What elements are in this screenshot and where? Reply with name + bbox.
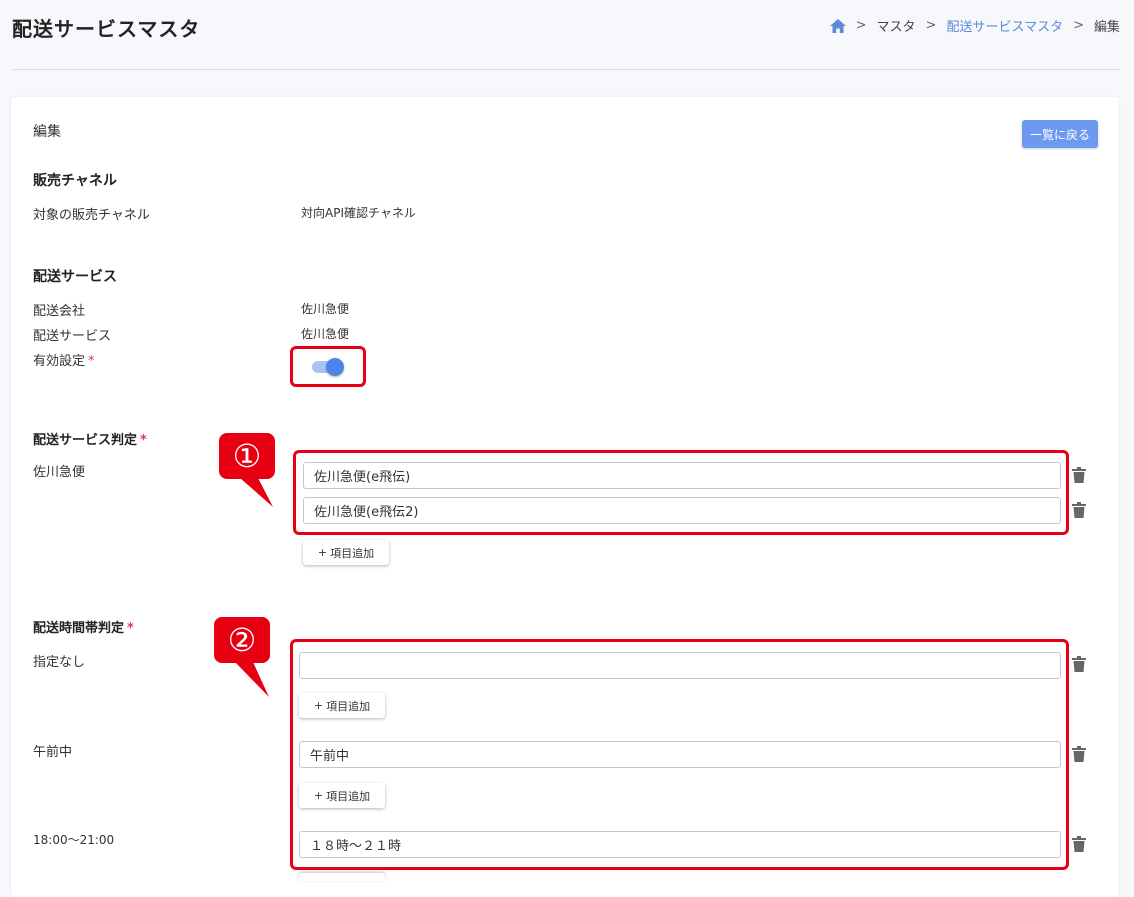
header-divider — [12, 69, 1120, 70]
breadcrumb-link-delivery-master[interactable]: 配送サービスマスタ — [946, 16, 1063, 35]
trash-icon[interactable] — [1072, 836, 1086, 852]
sales-channel-value: 対向API確認チャネル — [301, 206, 416, 220]
highlight-box-2 — [290, 639, 1069, 870]
breadcrumb: > マスタ > 配送サービスマスタ > 編集 — [829, 16, 1120, 35]
section-title-service-judgement: 配送サービス判定 * — [33, 433, 147, 448]
delivery-company-value: 佐川急便 — [301, 302, 350, 316]
highlight-box-toggle — [290, 346, 366, 387]
breadcrumb-current: 編集 — [1093, 20, 1120, 35]
trash-icon[interactable] — [1072, 502, 1086, 518]
breadcrumb-separator: > — [1073, 18, 1084, 33]
home-icon[interactable] — [829, 18, 846, 33]
time-group-label: 18:00～21:00 — [33, 833, 115, 847]
sales-channel-label: 対象の販売チャネル — [33, 208, 150, 223]
callout-1: ① — [218, 432, 278, 517]
callout-number: ① — [232, 437, 262, 475]
service-judgement-row-label: 佐川急便 — [33, 465, 86, 480]
trash-icon[interactable] — [1072, 656, 1086, 672]
required-mark: * — [140, 433, 147, 448]
breadcrumb-separator: > — [855, 18, 867, 33]
back-to-list-button[interactable]: 一覧に戻る — [1022, 120, 1098, 148]
delivery-service-label: 配送サービス — [33, 329, 112, 344]
callout-2: ② — [213, 616, 273, 701]
page-title: 配送サービスマスタ — [12, 17, 201, 41]
trash-icon[interactable] — [1072, 746, 1086, 762]
breadcrumb-item-master: マスタ — [876, 20, 916, 35]
delivery-company-label: 配送会社 — [33, 304, 86, 319]
time-group-label: 指定なし — [33, 655, 86, 670]
callout-number: ② — [227, 621, 257, 659]
highlight-box-1 — [293, 450, 1069, 535]
breadcrumb-separator: > — [925, 18, 937, 33]
time-group-label: 午前中 — [33, 745, 73, 760]
add-item-button[interactable]: + 項目追加 — [303, 540, 389, 565]
section-title-sales-channel: 販売チャネル — [33, 173, 117, 189]
plus-icon: + — [317, 546, 328, 559]
delivery-service-value: 佐川急便 — [301, 327, 350, 341]
section-title-time-judgement: 配送時間帯判定 * — [33, 621, 134, 636]
section-title-delivery-service: 配送サービス — [33, 269, 117, 285]
required-mark: * — [88, 354, 95, 369]
enabled-setting-label: 有効設定 * — [33, 354, 95, 369]
add-item-button-partial[interactable] — [299, 873, 385, 881]
required-mark: * — [127, 621, 134, 636]
trash-icon[interactable] — [1072, 467, 1086, 483]
card-subtitle: 編集 — [33, 124, 61, 140]
